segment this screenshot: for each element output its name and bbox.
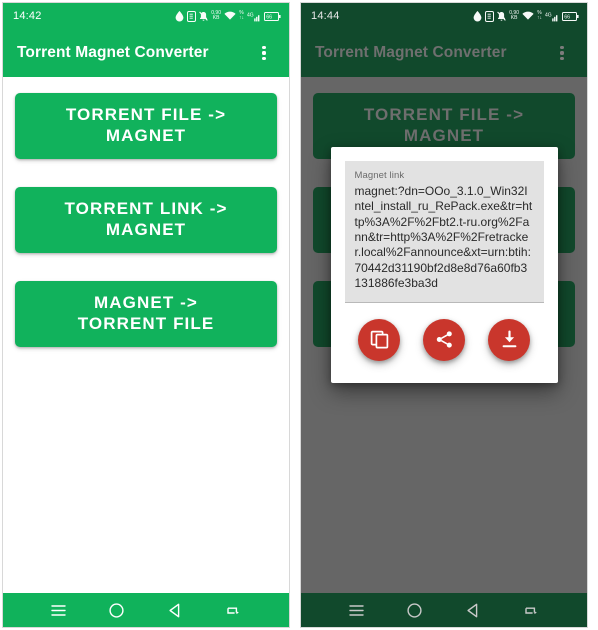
phone-screen-main: 14:42 0,90 KB % ↑↓ 4G 66 Torrent Magnet … — [2, 2, 290, 628]
battery-icon: 66 — [264, 10, 281, 22]
status-bar: 14:42 0,90 KB % ↑↓ 4G 66 — [3, 3, 289, 29]
app-title: Torrent Magnet Converter — [17, 44, 209, 61]
overflow-menu-icon[interactable] — [551, 41, 573, 65]
menu-icon[interactable] — [339, 593, 373, 627]
signal-4g-icon: 4G — [247, 10, 261, 22]
circle-icon[interactable] — [100, 593, 134, 627]
dialog-scrim: Magnet link magnet:?dn=OOo_3.1.0_Win32In… — [301, 77, 587, 593]
main-content: TORRENT FILE -> MAGNET TORRENT LINK -> M… — [3, 77, 289, 593]
wifi-icon — [522, 10, 534, 22]
network-speed-icon: 0,90 KB — [211, 10, 221, 21]
share-icon — [435, 330, 454, 349]
share-button[interactable] — [423, 318, 465, 361]
overflow-menu-icon[interactable] — [253, 41, 275, 65]
magnet-link-label: Magnet link — [354, 170, 405, 181]
status-bar-icons: 0,90 KB % ↑↓ 4G 66 — [473, 10, 579, 22]
sim-card-icon — [485, 10, 495, 22]
water-drop-icon — [473, 10, 482, 22]
app-title: Torrent Magnet Converter — [315, 44, 507, 61]
notification-off-icon — [497, 10, 507, 22]
triangle-back-icon[interactable] — [158, 593, 192, 627]
svg-text:66: 66 — [564, 14, 570, 20]
app-bar: Torrent Magnet Converter — [3, 29, 289, 77]
network-speed-icon: 0,90 KB — [509, 10, 519, 21]
screenshot-root: 14:42 0,90 KB % ↑↓ 4G 66 Torrent Magnet … — [0, 0, 598, 630]
system-nav-bar — [301, 593, 587, 627]
status-bar-icons: 0,90 KB % ↑↓ 4G 66 — [175, 10, 281, 22]
status-bar-clock: 14:44 — [311, 9, 340, 22]
torrent-link-to-magnet-button[interactable]: TORRENT LINK -> MAGNET — [15, 187, 277, 253]
copy-button[interactable] — [358, 318, 400, 361]
water-drop-icon — [175, 10, 184, 22]
bluetooth-data-icon: % ↑↓ — [537, 10, 542, 21]
status-bar-clock: 14:42 — [13, 9, 42, 22]
download-icon — [500, 330, 519, 349]
notification-off-icon — [199, 10, 209, 22]
download-button[interactable] — [488, 318, 530, 361]
torrent-file-to-magnet-button[interactable]: TORRENT FILE -> MAGNET — [15, 93, 277, 159]
system-nav-bar — [3, 593, 289, 627]
status-bar: 14:44 0,90 KB % ↑↓ 4G 66 — [301, 3, 587, 29]
magnet-to-torrent-file-button[interactable]: MAGNET -> TORRENT FILE — [15, 281, 277, 347]
svg-text:4G: 4G — [545, 12, 552, 18]
magnet-link-field[interactable]: Magnet link magnet:?dn=OOo_3.1.0_Win32In… — [344, 161, 544, 303]
wifi-icon — [224, 10, 236, 22]
copy-icon — [370, 330, 389, 349]
circle-icon[interactable] — [398, 593, 432, 627]
sim-card-icon — [187, 10, 197, 22]
main-content-dimmed: TORRENT FILE -> MAGNET TORRENT LINK -> M… — [301, 77, 587, 593]
magnet-link-value: magnet:?dn=OOo_3.1.0_Win32Intel_install_… — [354, 184, 533, 291]
phone-screen-result: 14:44 0,90 KB % ↑↓ 4G 66 Torrent Magnet … — [300, 2, 588, 628]
magnet-result-dialog: Magnet link magnet:?dn=OOo_3.1.0_Win32In… — [330, 147, 558, 383]
switch-apps-icon[interactable] — [515, 593, 549, 627]
triangle-back-icon[interactable] — [456, 593, 490, 627]
dialog-actions — [345, 303, 544, 371]
app-bar: Torrent Magnet Converter — [301, 29, 587, 77]
menu-icon[interactable] — [41, 593, 75, 627]
bluetooth-data-icon: % ↑↓ — [239, 10, 244, 21]
svg-text:66: 66 — [266, 14, 272, 20]
switch-apps-icon[interactable] — [217, 593, 251, 627]
battery-icon: 66 — [562, 10, 579, 22]
svg-text:4G: 4G — [247, 12, 254, 18]
signal-4g-icon: 4G — [545, 10, 559, 22]
